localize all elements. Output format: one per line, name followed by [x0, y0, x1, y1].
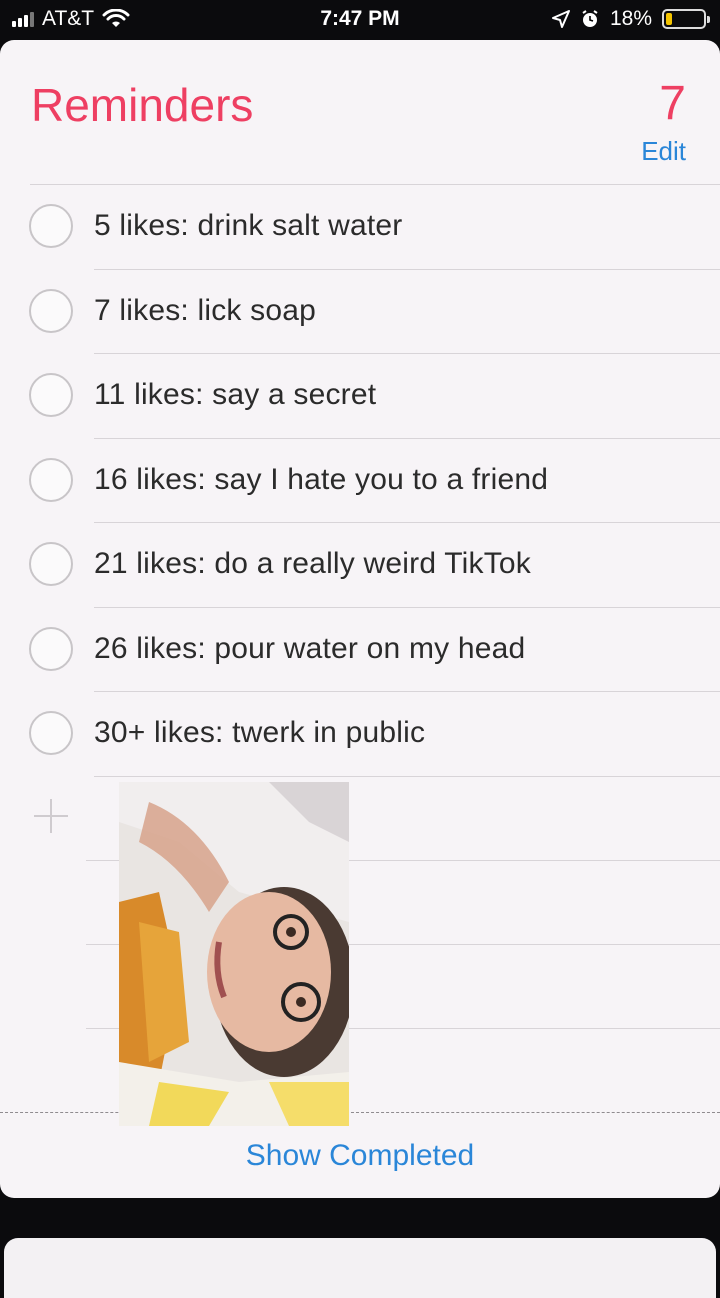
reminder-text[interactable]: 26 likes: pour water on my head — [94, 632, 525, 666]
reminder-text[interactable]: 7 likes: lick soap — [94, 294, 316, 328]
dotted-divider — [0, 1112, 720, 1113]
reminder-text[interactable]: 11 likes: say a secret — [94, 378, 376, 412]
list-title: Reminders — [31, 79, 254, 131]
location-icon — [551, 10, 570, 28]
reminder-text[interactable]: 5 likes: drink salt water — [94, 209, 402, 243]
reminder-item[interactable]: 21 likes: do a really weird TikTok — [0, 523, 720, 608]
edit-button[interactable]: Edit — [641, 136, 686, 167]
show-completed-button[interactable]: Show Completed — [0, 1139, 720, 1173]
next-list-card[interactable] — [4, 1238, 716, 1298]
checkbox-circle-icon[interactable] — [29, 542, 73, 586]
reminder-item[interactable]: 30+ likes: twerk in public — [0, 692, 720, 777]
checkbox-circle-icon[interactable] — [29, 373, 73, 417]
reminder-item[interactable]: 26 likes: pour water on my head — [0, 608, 720, 692]
alarm-icon — [582, 10, 598, 27]
reminder-item[interactable]: 7 likes: lick soap — [0, 270, 720, 354]
checkbox-circle-icon[interactable] — [29, 288, 73, 333]
battery-icon — [662, 9, 710, 29]
checkbox-circle-icon[interactable] — [29, 711, 73, 755]
checkbox-circle-icon[interactable] — [29, 457, 73, 502]
plus-icon[interactable] — [31, 796, 71, 836]
add-reminder-row[interactable] — [0, 776, 720, 862]
reminder-count: 7 — [659, 77, 686, 130]
battery-percent: 18% — [609, 7, 652, 30]
battery-level — [666, 13, 672, 25]
reminder-item[interactable]: 11 likes: say a secret — [0, 354, 720, 439]
checkbox-circle-icon[interactable] — [29, 204, 73, 248]
selfie-photo — [119, 782, 349, 1126]
reminder-text[interactable]: 30+ likes: twerk in public — [94, 716, 425, 750]
reminder-list: 5 likes: drink salt water 7 likes: lick … — [0, 185, 720, 777]
status-bar: AT&T 7:47 PM 18% — [0, 0, 720, 40]
status-right: 18% — [551, 7, 710, 31]
reminder-text[interactable]: 16 likes: say I hate you to a friend — [94, 463, 548, 497]
checkbox-circle-icon[interactable] — [29, 626, 73, 671]
reminder-text[interactable]: 21 likes: do a really weird TikTok — [94, 547, 531, 581]
reminder-item[interactable]: 16 likes: say I hate you to a friend — [0, 439, 720, 523]
reminders-card: Reminders 7 Edit 5 likes: drink salt wat… — [0, 40, 720, 1198]
reminder-item[interactable]: 5 likes: drink salt water — [0, 185, 720, 270]
selfie-image — [119, 782, 349, 1126]
